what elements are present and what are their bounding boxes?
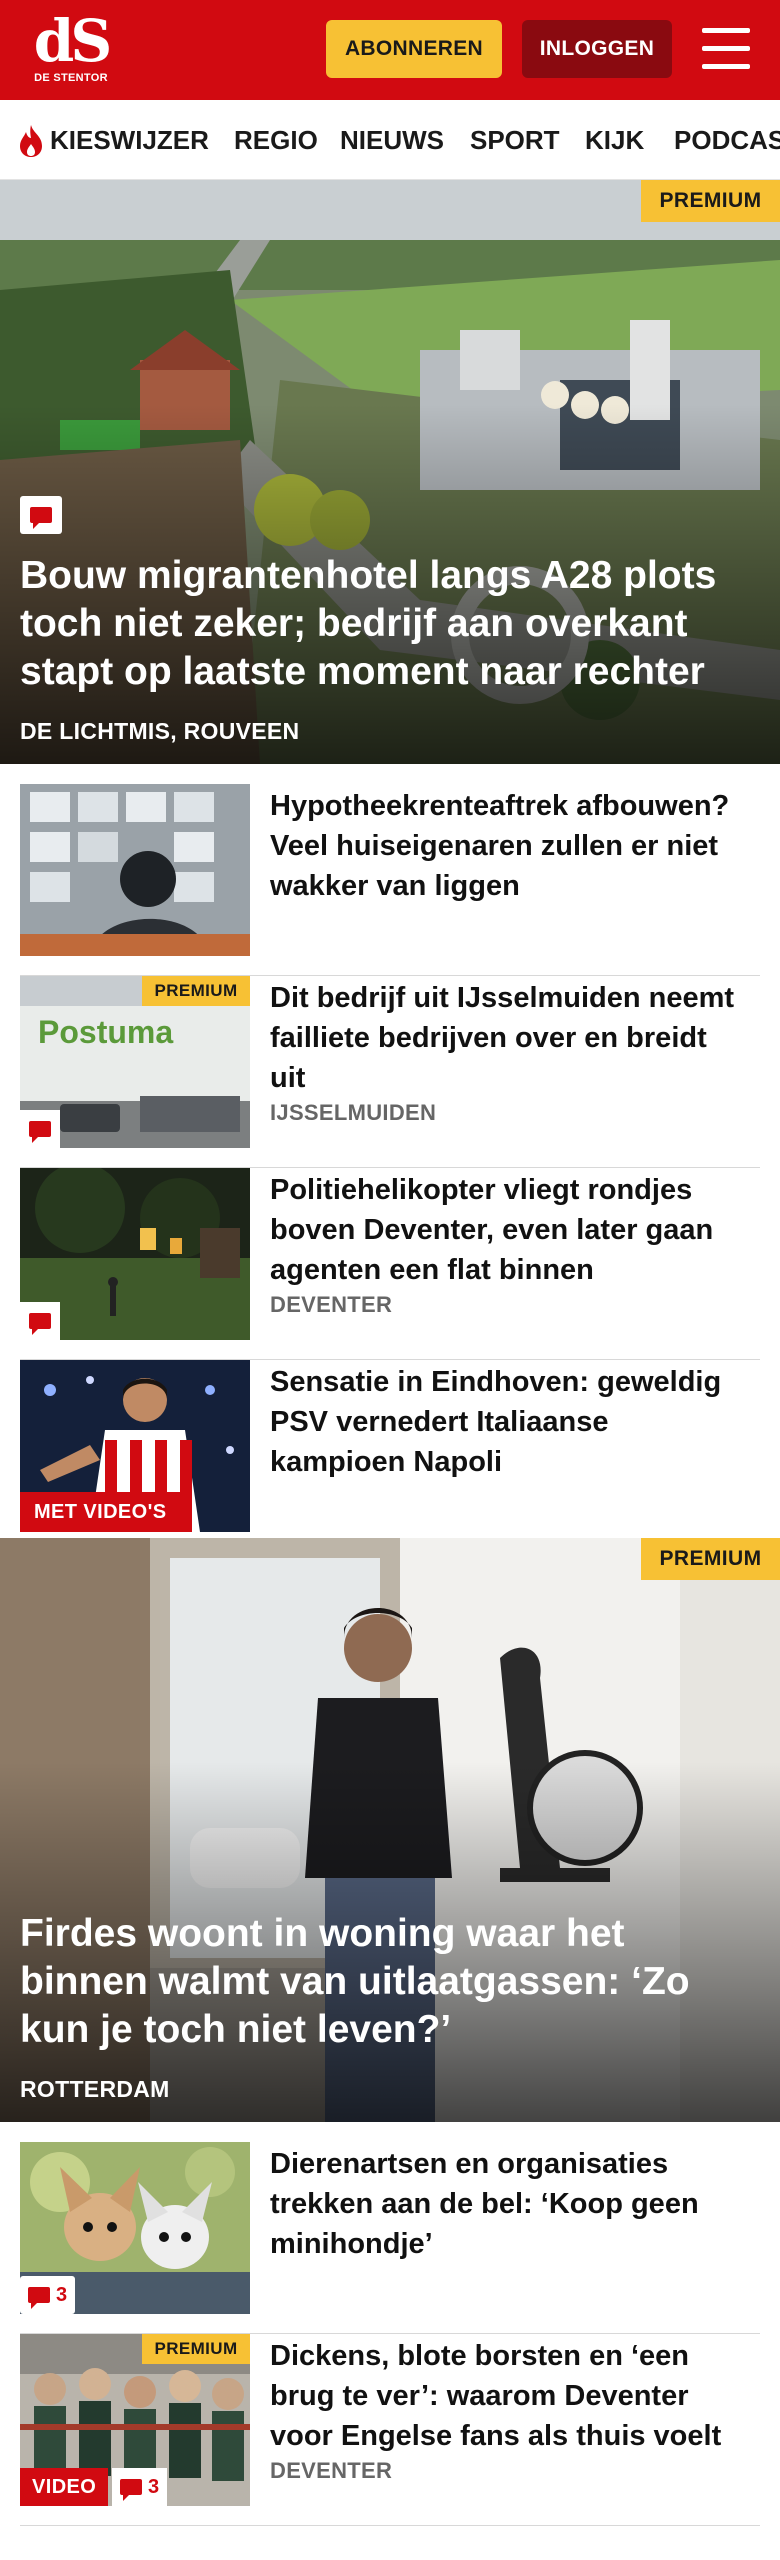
article-title[interactable]: Hypotheekrenteaftrek afbouwen? Veel huis… (270, 786, 750, 906)
logo-subtitle: DE STENTOR (34, 72, 108, 84)
premium-badge: PREMIUM (641, 180, 780, 222)
video-label: VIDEO (20, 2468, 109, 2506)
thumb-psv-player: MET VIDEO'S (20, 1360, 250, 1532)
login-button[interactable]: INLOGGEN (522, 20, 672, 78)
video-label: MET VIDEO'S (20, 1492, 181, 1532)
thumb-postuma: Postuma PREMIUM (20, 976, 250, 1148)
site-logo[interactable]: dS DE STENTOR (28, 12, 114, 90)
nav-item-podcast[interactable]: PODCAST (674, 100, 780, 179)
thumb-night-police (20, 1168, 250, 1340)
list-item[interactable]: Postuma PREMIUM Dit bedrijf uit IJsselmu… (20, 976, 760, 1168)
nav-item-kieswijzer[interactable]: KIESWIJZER (50, 100, 209, 179)
hero-article-firdes[interactable]: PREMIUM Firdes woont in woning waar het … (0, 1538, 780, 2122)
list-item[interactable]: 3 Dierenartsen en organisaties trekken a… (20, 2142, 760, 2334)
hero-article-migrantenhotel[interactable]: PREMIUM Bouw migrantenhotel langs A28 pl… (0, 180, 780, 764)
site-header: dS DE STENTOR ABONNEREN INLOGGEN (0, 0, 780, 100)
article-location: IJSSELMUIDEN (270, 1100, 437, 1125)
nav-item-regio[interactable]: REGIO (234, 100, 318, 179)
menu-icon[interactable] (702, 28, 750, 70)
premium-badge: PREMIUM (641, 1538, 780, 1580)
list-item[interactable]: Politiehelikopter vliegt rondjes boven D… (20, 1168, 760, 1360)
hero-title[interactable]: Bouw migrantenhotel langs A28 plots toch… (20, 552, 760, 696)
comment-count: 3 (20, 2276, 76, 2314)
hero-location: ROTTERDAM (20, 2076, 170, 2102)
article-location: DEVENTER (270, 1292, 393, 1317)
comment-icon (28, 2287, 50, 2309)
hero-location: DE LICHTMIS, ROUVEEN (20, 718, 300, 744)
subscribe-button[interactable]: ABONNEREN (326, 20, 502, 78)
article-location: DEVENTER (270, 2458, 393, 2483)
article-title[interactable]: Dit bedrijf uit IJsselmuiden neemt faill… (270, 978, 750, 1098)
logo-mark: dS (33, 7, 112, 75)
article-title[interactable]: Politiehelikopter vliegt rondjes boven D… (270, 1170, 750, 1290)
comment-icon (20, 496, 62, 534)
list-item[interactable]: PREMIUM VIDEO 3 Dickens, blote borsten e… (20, 2334, 760, 2526)
list-item[interactable]: MET VIDEO'S Sensatie in Eindhoven: gewel… (20, 1360, 760, 1552)
list-item[interactable]: Hypotheekrenteaftrek afbouwen? Veel huis… (20, 784, 760, 976)
flame-icon (20, 125, 42, 157)
comment-icon (20, 1302, 60, 1340)
nav-item-sport[interactable]: SPORT (470, 100, 560, 179)
main-navigation: KIESWIJZER REGIO NIEUWS SPORT KIJK PODCA… (0, 100, 780, 180)
nav-item-nieuws[interactable]: NIEUWS (340, 100, 444, 179)
article-title[interactable]: Dierenartsen en organisaties trekken aan… (270, 2144, 750, 2264)
thumb-housing-window (20, 784, 250, 956)
premium-badge: PREMIUM (142, 976, 250, 1006)
article-list-bottom: 3 Dierenartsen en organisaties trekken a… (0, 2122, 780, 2540)
article-title[interactable]: Dickens, blote borsten en ‘een brug te v… (270, 2336, 750, 2456)
nav-item-kijk[interactable]: KIJK (585, 100, 644, 179)
premium-badge: PREMIUM (142, 2334, 250, 2364)
hero-title[interactable]: Firdes woont in woning waar het binnen w… (20, 1910, 760, 2054)
comment-icon (120, 2479, 142, 2501)
article-title[interactable]: Sensatie in Eindhoven: geweldig PSV vern… (270, 1362, 750, 1482)
thumb-dickens-choir: PREMIUM VIDEO 3 (20, 2334, 250, 2506)
article-list-top: Hypotheekrenteaftrek afbouwen? Veel huis… (0, 764, 780, 1552)
comment-count-value: 3 (148, 2475, 160, 2498)
thumb-chihuahuas: 3 (20, 2142, 250, 2314)
comment-icon (20, 1110, 60, 1148)
comment-count-value: 3 (56, 2283, 68, 2306)
postuma-sign: Postuma (38, 1014, 174, 1050)
comment-count: 3 (112, 2468, 168, 2506)
